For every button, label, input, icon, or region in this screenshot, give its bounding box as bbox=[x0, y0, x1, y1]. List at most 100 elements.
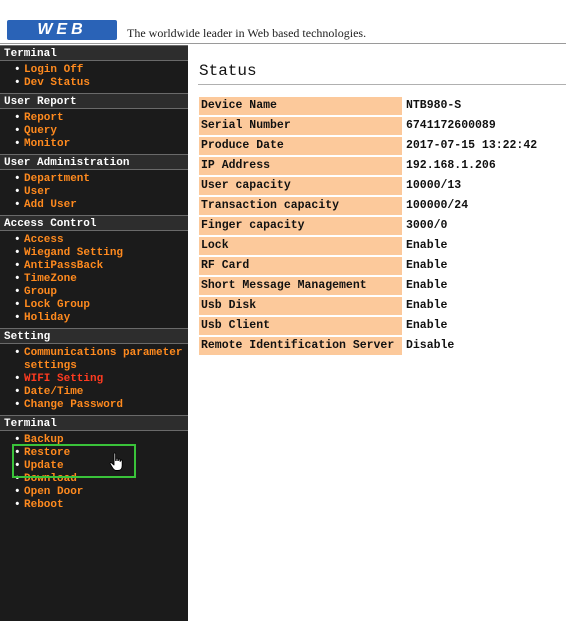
menu-item-user[interactable]: • User bbox=[14, 186, 188, 199]
menu-item-timezone[interactable]: • TimeZone bbox=[14, 273, 188, 286]
menu-item-wiegand-setting[interactable]: • Wiegand Setting bbox=[14, 247, 188, 260]
row-label: Usb Disk bbox=[199, 297, 402, 315]
web-logo: WEB bbox=[7, 20, 117, 40]
menu-item-label: Change Password bbox=[24, 399, 124, 411]
row-label: Remote Identification Server bbox=[199, 337, 402, 355]
bullet-icon: • bbox=[14, 112, 21, 124]
title-divider bbox=[198, 84, 566, 85]
menu-item-antipassback[interactable]: • AntiPassBack bbox=[14, 260, 188, 273]
menu-item-query[interactable]: • Query bbox=[14, 125, 188, 138]
bullet-icon: • bbox=[14, 373, 21, 385]
menu-item-lock-group[interactable]: • Lock Group bbox=[14, 299, 188, 312]
table-row: Device Name NTB980-S bbox=[199, 97, 537, 115]
menu-item-label: Add User bbox=[24, 199, 77, 211]
table-row: Transaction capacity 100000/24 bbox=[199, 197, 537, 215]
row-value: 100000/24 bbox=[406, 199, 469, 212]
table-row: RF Card Enable bbox=[199, 257, 537, 275]
menu-item-label: Restore bbox=[24, 447, 71, 459]
section-title-setting: Setting bbox=[0, 328, 188, 344]
bullet-icon: • bbox=[14, 299, 21, 311]
status-table: Device Name NTB980-S Serial Number 6741172… bbox=[199, 95, 537, 357]
row-label: Device Name bbox=[199, 97, 402, 115]
page-title: Status bbox=[199, 62, 257, 80]
hand-pointer-icon bbox=[109, 452, 123, 471]
menu-item-department[interactable]: • Department bbox=[14, 173, 188, 186]
menu-item-wifi-setting[interactable]: • WIFI Setting bbox=[14, 373, 188, 386]
row-value: Enable bbox=[406, 279, 448, 292]
bullet-icon: • bbox=[14, 247, 21, 259]
row-label: User capacity bbox=[199, 177, 402, 195]
menu-item-report[interactable]: • Report bbox=[14, 112, 188, 125]
row-label: Finger capacity bbox=[199, 217, 402, 235]
menu-item-label: Date/Time bbox=[24, 386, 84, 398]
section-title-terminal-tools: Terminal bbox=[0, 415, 188, 431]
menu-item-label: Department bbox=[24, 173, 91, 185]
menu-item-label: User bbox=[24, 186, 51, 198]
bullet-icon: • bbox=[14, 125, 21, 137]
section-terminal: Terminal • Login Off • Dev Status bbox=[0, 45, 188, 93]
row-value: Enable bbox=[406, 299, 448, 312]
row-value: NTB980-S bbox=[406, 99, 462, 112]
menu-item-label: Communications parameter settings bbox=[24, 347, 183, 372]
table-row: Remote Identification Server Disable bbox=[199, 337, 537, 355]
bullet-icon: • bbox=[14, 138, 21, 150]
bullet-icon: • bbox=[14, 312, 21, 324]
bullet-icon: • bbox=[14, 234, 21, 246]
section-title-user-report: User Report bbox=[0, 93, 188, 109]
menu-item-communications-parameter-settings[interactable]: • Communications parameter settings bbox=[14, 347, 184, 373]
section-access-control: Access Control • Access • Wiegand Setting … bbox=[0, 215, 188, 328]
row-label: Produce Date bbox=[199, 137, 402, 155]
bullet-icon: • bbox=[14, 460, 21, 472]
section-title-terminal: Terminal bbox=[0, 45, 188, 61]
menu-item-label: Reboot bbox=[24, 499, 64, 511]
menu-item-backup[interactable]: • Backup bbox=[14, 434, 188, 447]
row-label: Short Message Management bbox=[199, 277, 402, 295]
menu-item-group[interactable]: • Group bbox=[14, 286, 188, 299]
bullet-icon: • bbox=[14, 434, 21, 446]
menu-item-reboot[interactable]: • Reboot bbox=[14, 499, 188, 512]
row-label: Serial Number bbox=[199, 117, 402, 135]
menu-item-label: Monitor bbox=[24, 138, 71, 150]
row-label: Lock bbox=[199, 237, 402, 255]
bullet-icon: • bbox=[14, 77, 21, 89]
menu-item-label: Download bbox=[24, 473, 77, 485]
table-row: Produce Date 2017-07-15 13:22:42 bbox=[199, 137, 537, 155]
bullet-icon: • bbox=[14, 64, 21, 76]
menu-item-monitor[interactable]: • Monitor bbox=[14, 138, 188, 151]
row-value: Disable bbox=[406, 339, 455, 352]
section-title-user-administration: User Administration bbox=[0, 154, 188, 170]
menu-item-login-off[interactable]: • Login Off bbox=[14, 64, 188, 77]
row-value: Enable bbox=[406, 239, 448, 252]
section-user-report: User Report • Report • Query • Monitor bbox=[0, 93, 188, 154]
menu-item-change-password[interactable]: • Change Password bbox=[14, 399, 188, 412]
menu-item-add-user[interactable]: • Add User bbox=[14, 199, 188, 212]
menu-item-dev-status[interactable]: • Dev Status bbox=[14, 77, 188, 90]
menu-item-label: Dev Status bbox=[24, 77, 91, 89]
row-value: Enable bbox=[406, 259, 448, 272]
row-label: Transaction capacity bbox=[199, 197, 402, 215]
menu-item-date-time[interactable]: • Date/Time bbox=[14, 386, 188, 399]
menu-item-label: Open Door bbox=[24, 486, 84, 498]
table-row: User capacity 10000/13 bbox=[199, 177, 537, 195]
menu-item-access[interactable]: • Access bbox=[14, 234, 188, 247]
row-value: Enable bbox=[406, 319, 448, 332]
menu-item-label: Holiday bbox=[24, 312, 71, 324]
bullet-icon: • bbox=[14, 173, 21, 185]
bullet-icon: • bbox=[14, 260, 21, 272]
bullet-icon: • bbox=[14, 273, 21, 285]
menu-item-update[interactable]: • Update bbox=[14, 460, 188, 473]
logo-text: WEB bbox=[37, 21, 87, 38]
menu-item-label: AntiPassBack bbox=[24, 260, 104, 272]
menu-item-restore[interactable]: • Restore bbox=[14, 447, 188, 460]
bullet-icon: • bbox=[14, 347, 21, 359]
menu-item-open-door[interactable]: • Open Door bbox=[14, 486, 188, 499]
menu-item-label: Wiegand Setting bbox=[24, 247, 124, 259]
menu-item-label: Report bbox=[24, 112, 64, 124]
menu-item-download[interactable]: • Download bbox=[14, 473, 188, 486]
bullet-icon: • bbox=[14, 499, 21, 511]
menu-item-holiday[interactable]: • Holiday bbox=[14, 312, 188, 325]
menu-item-label: Login Off bbox=[24, 64, 84, 76]
section-title-access-control: Access Control bbox=[0, 215, 188, 231]
bullet-icon: • bbox=[14, 199, 21, 211]
table-row: Serial Number 6741172600089 bbox=[199, 117, 537, 135]
